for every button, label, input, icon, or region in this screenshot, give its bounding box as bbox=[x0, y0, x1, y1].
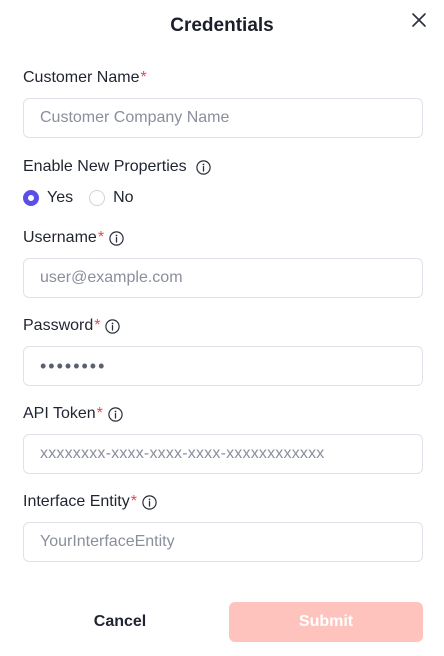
info-icon[interactable] bbox=[108, 406, 123, 422]
info-icon[interactable] bbox=[195, 159, 211, 175]
customer-name-input[interactable] bbox=[23, 98, 423, 138]
required-asterisk: * bbox=[140, 69, 147, 86]
dialog-title: Credentials bbox=[170, 15, 274, 36]
radio-no[interactable]: No bbox=[89, 189, 134, 207]
submit-button[interactable]: Submit bbox=[229, 602, 423, 642]
enable-new-properties-label: Enable New Properties bbox=[23, 158, 187, 175]
info-icon[interactable] bbox=[142, 494, 157, 510]
customer-name-label: Customer Name bbox=[23, 69, 140, 86]
info-icon[interactable] bbox=[109, 230, 124, 246]
password-input[interactable] bbox=[23, 346, 423, 386]
password-label-row: Password * bbox=[23, 315, 121, 337]
radio-yes-label: Yes bbox=[47, 189, 74, 206]
cancel-button[interactable]: Cancel bbox=[23, 602, 217, 642]
info-icon[interactable] bbox=[105, 318, 121, 334]
username-label: Username bbox=[23, 229, 97, 246]
required-asterisk: * bbox=[97, 229, 105, 246]
radio-yes[interactable]: Yes bbox=[23, 189, 73, 207]
enable-new-properties-radio-group: Yes No bbox=[23, 186, 150, 210]
interface-entity-label-row: Interface Entity * bbox=[23, 491, 157, 513]
required-asterisk: * bbox=[96, 405, 103, 422]
username-label-row: Username * bbox=[23, 227, 124, 249]
required-asterisk: * bbox=[94, 317, 101, 334]
interface-entity-label: Interface Entity bbox=[23, 493, 130, 510]
radio-yes-indicator[interactable] bbox=[23, 190, 39, 206]
api-token-label: API Token bbox=[23, 405, 96, 422]
interface-entity-input[interactable] bbox=[23, 522, 423, 562]
radio-no-indicator[interactable] bbox=[89, 190, 106, 206]
credentials-dialog: Credentials Customer Name * Enable New P… bbox=[0, 0, 444, 656]
api-token-label-row: API Token * bbox=[23, 403, 123, 425]
password-label: Password bbox=[23, 317, 94, 334]
required-asterisk: * bbox=[130, 493, 137, 510]
api-token-input[interactable] bbox=[23, 434, 423, 474]
customer-name-label-row: Customer Name * bbox=[23, 67, 147, 89]
username-input[interactable] bbox=[23, 258, 423, 298]
radio-no-label: No bbox=[113, 189, 134, 206]
close-icon[interactable] bbox=[410, 11, 428, 29]
enable-new-properties-label-row: Enable New Properties bbox=[23, 156, 211, 178]
